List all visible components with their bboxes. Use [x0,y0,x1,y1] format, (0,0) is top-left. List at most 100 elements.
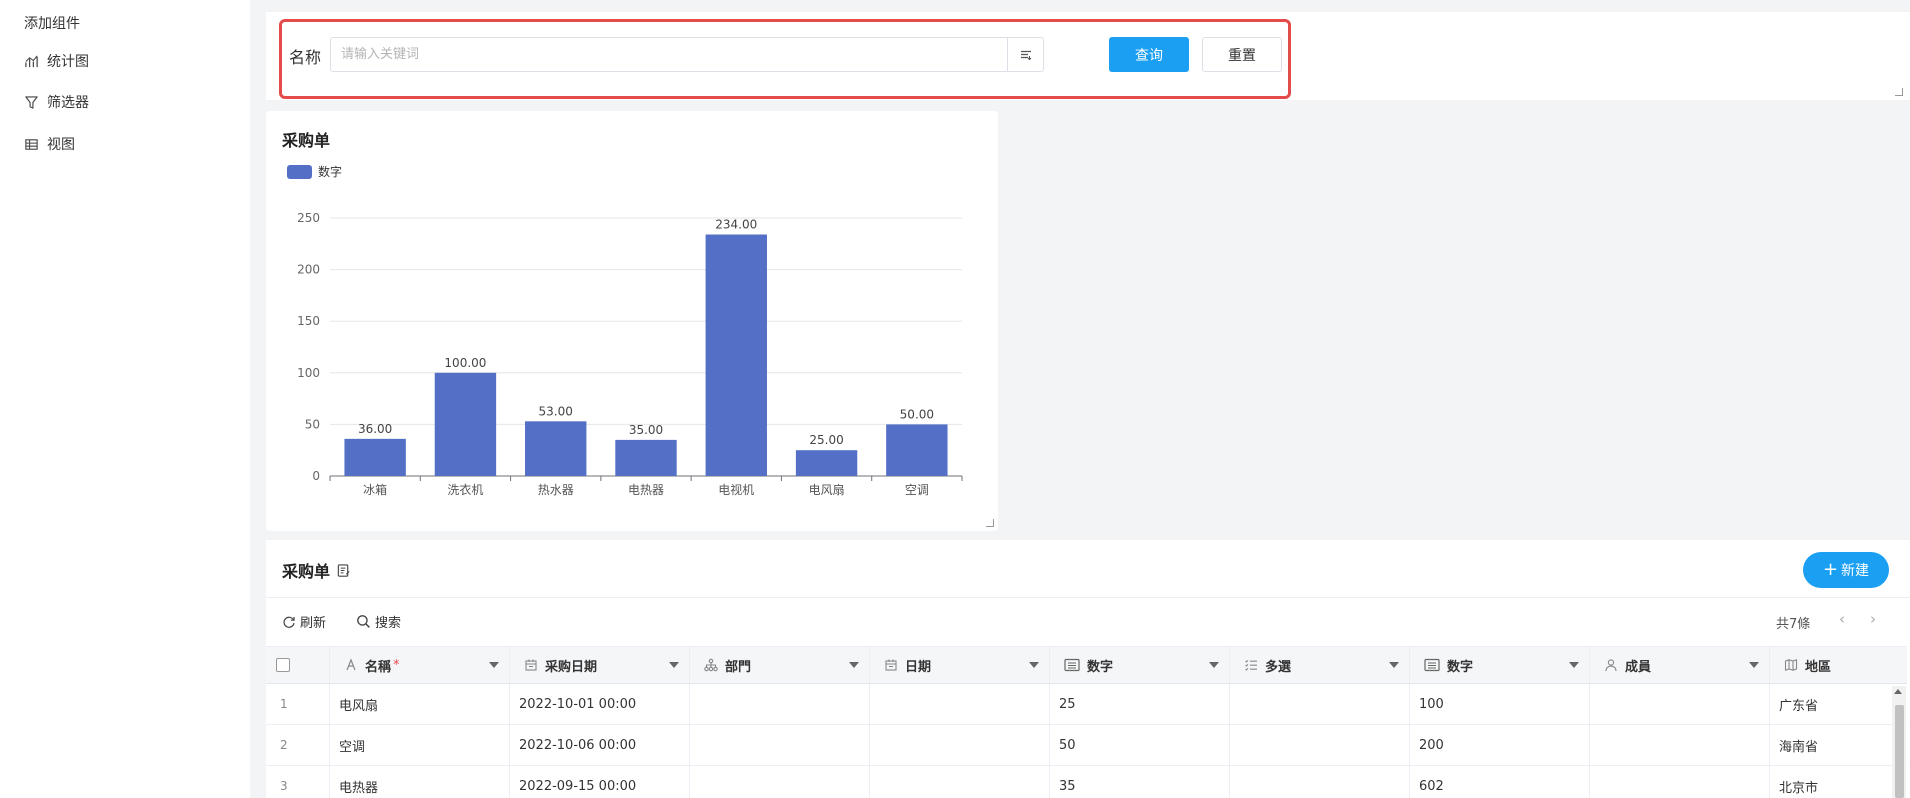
cell-number-1[interactable]: 35 [1050,766,1230,798]
legend-swatch [287,164,312,179]
chevron-down-icon[interactable] [1749,662,1759,668]
plus-icon: + [1822,559,1839,580]
table-row[interactable]: 3 电热器 2022-09-15 00:00 35 602 北京市 [266,766,1907,798]
column-header-member[interactable]: 成員 [1590,647,1770,683]
add-record-button[interactable]: + 新建 [1803,552,1889,588]
cell-purchase-date[interactable]: 2022-10-01 00:00 [510,684,690,724]
cell-multiselect[interactable] [1230,725,1410,765]
bar[interactable] [886,424,948,476]
cell-member[interactable] [1590,766,1770,798]
column-header-date[interactable]: 日期 [870,647,1050,683]
resize-handle[interactable] [986,519,994,527]
x-tick-label: 电风扇 [809,482,845,497]
chevron-down-icon[interactable] [1029,662,1039,668]
sidebar-item-label: 统计图 [47,54,89,70]
cell-region[interactable]: 广东省 [1770,684,1907,724]
cell-date[interactable] [870,766,1050,798]
cell-member[interactable] [1590,725,1770,765]
bar[interactable] [795,450,858,476]
y-tick-label: 150 [297,314,320,328]
cell-dept[interactable] [690,725,870,765]
chevron-down-icon[interactable] [1389,662,1399,668]
cell-member[interactable] [1590,684,1770,724]
column-header-number-1[interactable]: 数字 [1050,647,1230,683]
cell-purchase-date[interactable]: 2022-09-15 00:00 [510,766,690,798]
sidebar-item-filter[interactable]: 筛选器 [24,90,89,114]
chevron-down-icon[interactable] [1569,662,1579,668]
cell-number-1[interactable]: 50 [1050,725,1230,765]
data-label: 50.00 [900,407,934,421]
prev-page-button[interactable]: ‹ [1839,610,1845,628]
cell-dept[interactable] [690,684,870,724]
bar[interactable] [705,234,767,476]
data-label: 25.00 [809,433,843,447]
row-number: 3 [266,766,330,798]
table-row[interactable]: 1 电风扇 2022-10-01 00:00 25 100 广东省 [266,684,1907,725]
column-header-multiselect[interactable]: 多選 [1230,647,1410,683]
query-button[interactable]: 查询 [1109,37,1189,72]
y-tick-label: 50 [305,417,320,431]
refresh-icon [283,616,295,628]
cell-number-2[interactable]: 100 [1410,684,1590,724]
column-header-region[interactable]: 地區 [1770,647,1907,683]
column-header-purchase-date[interactable]: 采购日期 [510,647,690,683]
table-panel: 采购单 + 新建 刷新 搜索 共7條 ‹ › 名稱 * 采购日期 部門 日期 数… [266,540,1910,798]
cell-date[interactable] [870,684,1050,724]
cell-date[interactable] [870,725,1050,765]
scroll-up-arrow[interactable] [1894,689,1902,694]
select-all-checkbox[interactable] [276,658,290,672]
list-select-button[interactable] [1007,38,1043,71]
chart-panel: 0 50 100 150 200 250 36.00 冰箱 100.00 洗衣机 53.00 热水器 3… [266,111,998,531]
chart-legend[interactable]: 数字 [287,163,342,180]
next-page-button[interactable]: › [1870,610,1876,628]
cell-multiselect[interactable] [1230,766,1410,798]
search-button[interactable]: 搜索 [356,612,401,631]
filter-name-label: 名称 [289,48,322,67]
cell-number-2[interactable]: 602 [1410,766,1590,798]
chevron-down-icon[interactable] [489,662,499,668]
keyword-input[interactable] [331,38,1007,71]
chevron-down-icon[interactable] [849,662,859,668]
row-number: 2 [266,725,330,765]
chart-icon [25,55,38,67]
data-label: 36.00 [358,422,392,436]
sidebar-item-chart[interactable]: 统计图 [24,49,89,73]
chevron-down-icon[interactable] [669,662,679,668]
sidebar-item-view[interactable]: 视图 [24,132,75,156]
scrollbar-thumb[interactable] [1895,705,1904,798]
cell-name[interactable]: 电热器 [330,766,510,798]
reset-button[interactable]: 重置 [1202,37,1282,72]
bar[interactable] [344,438,406,476]
x-tick-label: 空调 [905,483,929,497]
cell-purchase-date[interactable]: 2022-10-06 00:00 [510,725,690,765]
bar[interactable] [615,439,677,476]
y-tick-label: 250 [297,211,320,225]
x-tick-label: 洗衣机 [447,482,483,497]
cell-region[interactable]: 北京市 [1770,766,1907,798]
cell-multiselect[interactable] [1230,684,1410,724]
cell-number-2[interactable]: 200 [1410,725,1590,765]
select-all-cell [266,647,330,683]
calendar-icon [525,659,537,671]
data-grid: 名稱 * 采购日期 部門 日期 数字 多選 数字 成員 地區 1 电风扇 202… [266,646,1907,798]
cell-region[interactable]: 海南省 [1770,725,1907,765]
table-row[interactable]: 2 空调 2022-10-06 00:00 50 200 海南省 [266,725,1907,766]
bar[interactable] [434,372,497,476]
column-header-dept[interactable]: 部門 [690,647,870,683]
chevron-down-icon[interactable] [1209,662,1219,668]
refresh-button[interactable]: 刷新 [282,612,326,631]
bar[interactable] [525,421,587,476]
column-header-name[interactable]: 名稱 * [330,647,510,683]
chart-title: 采购单 [282,131,331,150]
resize-handle[interactable] [1895,88,1903,96]
data-label: 234.00 [715,218,757,232]
form-icon[interactable] [336,563,351,578]
cell-dept[interactable] [690,766,870,798]
cell-name[interactable]: 空调 [330,725,510,765]
data-label: 100.00 [444,356,486,370]
cell-number-1[interactable]: 25 [1050,684,1230,724]
filter-panel: 名称 查询 重置 [266,12,1910,100]
cell-name[interactable]: 电风扇 [330,684,510,724]
table-icon [25,138,38,150]
column-header-number-2[interactable]: 数字 [1410,647,1590,683]
